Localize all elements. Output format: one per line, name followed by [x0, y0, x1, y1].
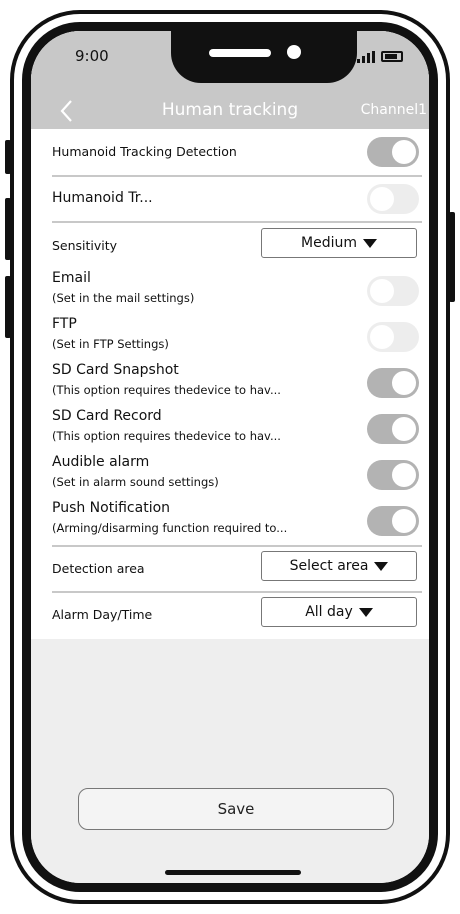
toggle-knob: [392, 140, 416, 164]
notch: [171, 31, 357, 83]
alarm-day-time-dropdown[interactable]: All day: [261, 597, 417, 627]
ftp-toggle[interactable]: [367, 322, 419, 352]
audible-alarm-toggle[interactable]: [367, 460, 419, 490]
signal-icon: [357, 51, 375, 63]
setting-sublabel: (Set in FTP Settings): [52, 337, 169, 351]
setting-alarm-day-time: Alarm Day/Time All day: [31, 593, 429, 637]
setting-sublabel: (This option requires thedevice to hav..…: [52, 429, 281, 443]
battery-icon: [381, 51, 403, 62]
dropdown-value: Select area: [289, 558, 369, 574]
setting-ftp: FTP (Set in FTP Settings): [31, 313, 429, 359]
side-button-volume-up: [5, 198, 11, 260]
toggle-knob: [392, 509, 416, 533]
detection-area-dropdown[interactable]: Select area: [261, 551, 417, 581]
setting-label: Email: [52, 270, 91, 286]
setting-label: SD Card Record: [52, 408, 162, 424]
setting-label: Detection area: [52, 561, 145, 576]
email-toggle[interactable]: [367, 276, 419, 306]
setting-label: Humanoid Tracking Detection: [52, 144, 237, 159]
setting-audible-alarm: Audible alarm (Set in alarm sound settin…: [31, 451, 429, 497]
toggle-knob: [392, 371, 416, 395]
setting-email: Email (Set in the mail settings): [31, 267, 429, 313]
speaker-icon: [209, 49, 271, 57]
toggle-knob: [370, 279, 394, 303]
setting-label: FTP: [52, 316, 77, 332]
dropdown-value: Medium: [301, 235, 357, 251]
setting-humanoid-tracking-truncated: Humanoid Tr...: [31, 177, 429, 221]
dropdown-value: All day: [305, 604, 353, 620]
setting-humanoid-tracking-detection: Humanoid Tracking Detection: [31, 129, 429, 175]
side-button-volume-down: [5, 276, 11, 338]
setting-label: Humanoid Tr...: [52, 190, 153, 206]
side-button-silent: [5, 140, 11, 174]
setting-label: Audible alarm: [52, 454, 150, 470]
caret-down-icon: [374, 561, 389, 571]
save-button[interactable]: Save: [78, 788, 394, 830]
camera-icon: [287, 45, 301, 59]
phone-device: 9:00 Human tracking Channel1 Humanoid Tr…: [22, 22, 438, 892]
setting-sublabel: (Set in the mail settings): [52, 291, 195, 305]
sd-card-record-toggle[interactable]: [367, 414, 419, 444]
channel-label[interactable]: Channel1: [361, 102, 427, 118]
caret-down-icon: [362, 238, 377, 248]
setting-detection-area: Detection area Select area: [31, 547, 429, 591]
setting-push-notification: Push Notification (Arming/disarming func…: [31, 497, 429, 543]
setting-sublabel: (This option requires thedevice to hav..…: [52, 383, 281, 397]
push-notification-toggle[interactable]: [367, 506, 419, 536]
humanoid-tracking-toggle[interactable]: [367, 184, 419, 214]
setting-sublabel: (Set in alarm sound settings): [52, 475, 219, 489]
setting-sublabel: (Arming/disarming function required to..…: [52, 521, 288, 535]
sensitivity-dropdown[interactable]: Medium: [261, 228, 417, 258]
setting-label: Alarm Day/Time: [52, 607, 153, 622]
toggle-knob: [370, 325, 394, 349]
toggle-knob: [392, 463, 416, 487]
status-time: 9:00: [75, 47, 109, 65]
setting-label: SD Card Snapshot: [52, 362, 179, 378]
toggle-knob: [392, 417, 416, 441]
setting-sd-card-snapshot: SD Card Snapshot (This option requires t…: [31, 359, 429, 405]
caret-down-icon: [358, 607, 373, 617]
setting-sensitivity: Sensitivity Medium: [31, 223, 429, 267]
settings-list: Humanoid Tracking Detection Humanoid Tr.…: [31, 129, 429, 639]
setting-label: Sensitivity: [52, 238, 118, 253]
setting-label: Push Notification: [52, 500, 171, 516]
home-indicator[interactable]: [165, 870, 301, 875]
humanoid-tracking-detection-toggle[interactable]: [367, 137, 419, 167]
screen: 9:00 Human tracking Channel1 Humanoid Tr…: [31, 31, 429, 883]
sd-card-snapshot-toggle[interactable]: [367, 368, 419, 398]
status-bar: 9:00: [31, 31, 429, 93]
setting-sd-card-record: SD Card Record (This option requires the…: [31, 405, 429, 451]
side-button-power: [449, 212, 455, 302]
toggle-knob: [370, 187, 394, 211]
title-bar: Human tracking Channel1: [31, 93, 429, 129]
